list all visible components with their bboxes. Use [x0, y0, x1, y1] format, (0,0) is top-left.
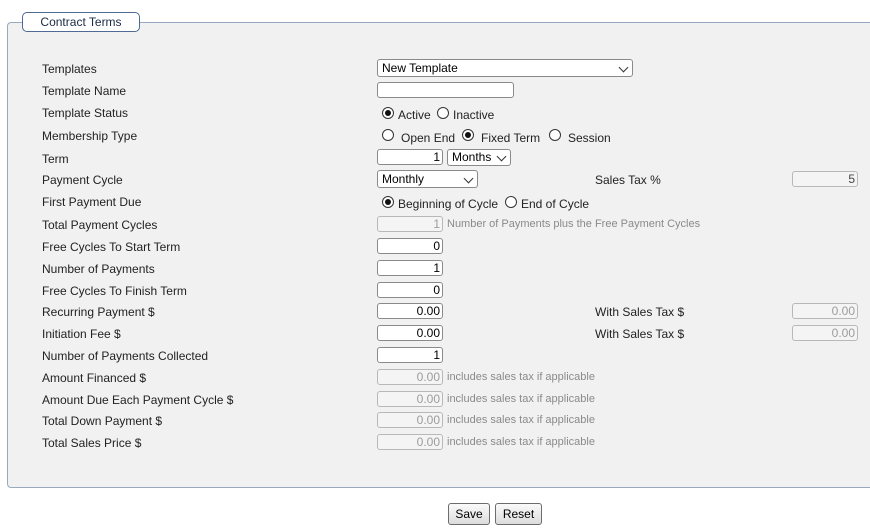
initiation-with-tax-label: With Sales Tax $ — [595, 327, 685, 341]
free-cycles-finish-input[interactable] — [377, 282, 443, 298]
free-cycles-finish-label: Free Cycles To Finish Term — [42, 284, 187, 298]
open-end-radio[interactable] — [382, 129, 394, 141]
membership-type-label: Membership Type — [42, 129, 138, 143]
recurring-with-tax-input[interactable] — [792, 303, 858, 319]
payment-cycle-label: Payment Cycle — [42, 173, 123, 187]
chevron-down-icon — [496, 151, 507, 162]
total-sales-price-input[interactable] — [377, 434, 443, 450]
total-down-payment-label: Total Down Payment $ — [42, 414, 163, 428]
payment-cycle-select[interactable]: Monthly — [377, 170, 478, 188]
number-of-payments-input[interactable] — [377, 260, 443, 276]
beginning-of-cycle-label: Beginning of Cycle — [398, 197, 499, 211]
amount-due-each-cycle-input[interactable] — [377, 391, 443, 407]
beginning-of-cycle-radio[interactable] — [382, 196, 394, 208]
section-title: Contract Terms — [22, 12, 140, 32]
total-payment-cycles-label: Total Payment Cycles — [42, 218, 158, 232]
recurring-payment-label: Recurring Payment $ — [42, 305, 155, 319]
number-of-payments-label: Number of Payments — [42, 262, 155, 276]
chevron-down-icon — [618, 62, 629, 73]
amount-financed-input[interactable] — [377, 369, 443, 385]
payments-collected-input[interactable] — [377, 347, 443, 363]
template-name-input[interactable] — [377, 82, 514, 98]
initiation-fee-input[interactable] — [377, 325, 443, 341]
template-name-label: Template Name — [42, 84, 127, 98]
templates-select[interactable]: New Template — [377, 59, 633, 77]
total-down-payment-input[interactable] — [377, 412, 443, 428]
recurring-payment-input[interactable] — [377, 303, 443, 319]
templates-select-value: New Template — [382, 61, 458, 75]
amount-due-note: includes sales tax if applicable — [447, 393, 595, 405]
term-label: Term — [42, 152, 69, 166]
end-of-cycle-radio[interactable] — [505, 196, 517, 208]
status-inactive-label: Inactive — [453, 108, 495, 122]
session-label: Session — [568, 131, 611, 145]
initiation-fee-label: Initiation Fee $ — [42, 327, 121, 341]
sales-price-note: includes sales tax if applicable — [447, 436, 595, 448]
template-status-label: Template Status — [42, 106, 129, 120]
status-active-radio[interactable] — [382, 107, 394, 119]
sales-tax-label: Sales Tax % — [595, 173, 661, 187]
templates-label: Templates — [42, 62, 97, 76]
total-sales-price-label: Total Sales Price $ — [42, 436, 142, 450]
status-inactive-radio[interactable] — [437, 107, 449, 119]
sales-tax-input[interactable] — [792, 171, 858, 187]
open-end-label: Open End — [401, 131, 456, 145]
amount-financed-note: includes sales tax if applicable — [447, 371, 595, 383]
fixed-term-label: Fixed Term — [481, 131, 541, 145]
save-button[interactable]: Save — [448, 503, 490, 525]
payment-cycle-value: Monthly — [382, 172, 425, 186]
amount-due-each-cycle-label: Amount Due Each Payment Cycle $ — [42, 393, 234, 407]
initiation-with-tax-input[interactable] — [792, 325, 858, 341]
free-cycles-start-label: Free Cycles To Start Term — [42, 240, 181, 254]
total-cycles-note: Number of Payments plus the Free Payment… — [447, 218, 701, 230]
term-input[interactable] — [377, 149, 443, 165]
amount-financed-label: Amount Financed $ — [42, 371, 147, 385]
end-of-cycle-label: End of Cycle — [521, 197, 590, 211]
free-cycles-start-input[interactable] — [377, 238, 443, 254]
first-payment-due-label: First Payment Due — [42, 195, 142, 209]
term-unit-select[interactable]: Months — [447, 149, 511, 166]
recurring-with-tax-label: With Sales Tax $ — [595, 305, 685, 319]
status-active-label: Active — [398, 108, 431, 122]
term-unit-value: Months — [452, 150, 492, 164]
reset-button[interactable]: Reset — [495, 503, 542, 525]
session-radio[interactable] — [549, 129, 561, 141]
chevron-down-icon — [463, 173, 474, 184]
fixed-term-radio[interactable] — [462, 129, 474, 141]
payments-collected-label: Number of Payments Collected — [42, 349, 209, 363]
down-payment-note: includes sales tax if applicable — [447, 414, 595, 426]
total-payment-cycles-input[interactable] — [377, 216, 443, 232]
